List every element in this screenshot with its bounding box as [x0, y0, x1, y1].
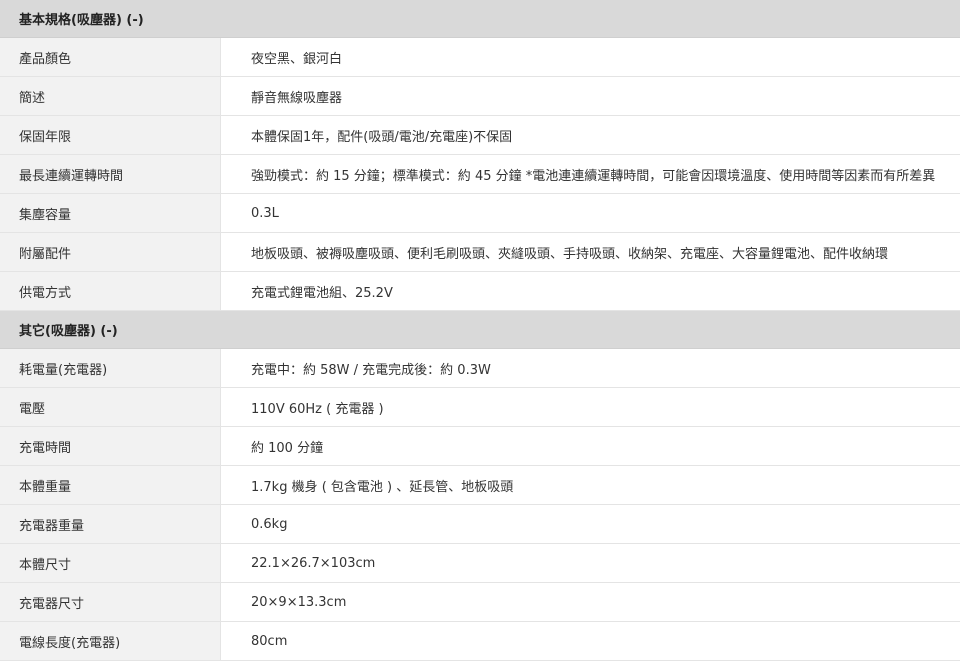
spec-value: 地板吸頭、被褥吸塵吸頭、便利毛刷吸頭、夾縫吸頭、手持吸頭、收納架、充電座、大容量… [251, 246, 889, 262]
spec-label: 充電器重量 [0, 505, 221, 543]
spec-value: 夜空黑、銀河白 [251, 51, 343, 67]
spec-value: 1.7kg 機身 ( 包含電池 ) 、延長管、地板吸頭 [251, 479, 514, 495]
spec-value: 0.6kg [251, 516, 288, 532]
spec-table: 基本規格(吸塵器) (-) 產品顏色 夜空黑、銀河白 簡述 靜音無線吸塵器 保固… [0, 0, 960, 661]
spec-label: 供電方式 [0, 272, 221, 310]
spec-row-voltage: 電壓 110V 60Hz ( 充電器 ) [0, 388, 960, 427]
spec-row-body-weight: 本體重量 1.7kg 機身 ( 包含電池 ) 、延長管、地板吸頭 [0, 466, 960, 505]
spec-row-description: 簡述 靜音無線吸塵器 [0, 77, 960, 116]
spec-label: 電線長度(充電器) [0, 622, 221, 660]
spec-label: 充電時間 [0, 427, 221, 465]
spec-row-power-consumption: 耗電量(充電器) 充電中：約 58W / 充電完成後：約 0.3W [0, 349, 960, 388]
spec-label: 附屬配件 [0, 233, 221, 271]
spec-value: 充電式鋰電池組、25.2V [251, 285, 393, 301]
spec-value: 80cm [251, 633, 288, 649]
spec-value: 110V 60Hz ( 充電器 ) [251, 401, 384, 417]
spec-row-charger-dimensions: 充電器尺寸 20×9×13.3cm [0, 583, 960, 622]
spec-value: 強勁模式：約 15 分鐘；標準模式：約 45 分鐘 *電池連連續運轉時間，可能會… [251, 168, 936, 184]
spec-label: 簡述 [0, 77, 221, 115]
spec-value: 0.3L [251, 205, 279, 221]
spec-row-runtime: 最長連續運轉時間 強勁模式：約 15 分鐘；標準模式：約 45 分鐘 *電池連連… [0, 155, 960, 194]
spec-value: 靜音無線吸塵器 [251, 90, 343, 106]
spec-label: 集塵容量 [0, 194, 221, 232]
spec-row-dust-capacity: 集塵容量 0.3L [0, 194, 960, 233]
spec-value: 約 100 分鐘 [251, 440, 324, 456]
spec-row-cord-length: 電線長度(充電器) 80cm [0, 622, 960, 661]
spec-label: 本體重量 [0, 466, 221, 504]
spec-row-charge-time: 充電時間 約 100 分鐘 [0, 427, 960, 466]
section-header-other: 其它(吸塵器) (-) [0, 311, 960, 349]
spec-label: 產品顏色 [0, 38, 221, 76]
spec-row-body-dimensions: 本體尺寸 22.1×26.7×103cm [0, 544, 960, 583]
spec-row-charger-weight: 充電器重量 0.6kg [0, 505, 960, 544]
spec-row-accessories: 附屬配件 地板吸頭、被褥吸塵吸頭、便利毛刷吸頭、夾縫吸頭、手持吸頭、收納架、充電… [0, 233, 960, 272]
spec-label: 充電器尺寸 [0, 583, 221, 621]
spec-row-power-supply: 供電方式 充電式鋰電池組、25.2V [0, 272, 960, 311]
spec-value: 22.1×26.7×103cm [251, 555, 376, 571]
spec-label: 電壓 [0, 388, 221, 426]
section-header-basic-specs: 基本規格(吸塵器) (-) [0, 0, 960, 38]
spec-value: 本體保固1年，配件(吸頭/電池/充電座)不保固 [251, 129, 513, 145]
spec-value: 20×9×13.3cm [251, 594, 347, 610]
spec-row-warranty: 保固年限 本體保固1年，配件(吸頭/電池/充電座)不保固 [0, 116, 960, 155]
spec-row-color: 產品顏色 夜空黑、銀河白 [0, 38, 960, 77]
spec-label: 本體尺寸 [0, 544, 221, 582]
spec-label: 保固年限 [0, 116, 221, 154]
spec-label: 耗電量(充電器) [0, 349, 221, 387]
spec-value: 充電中：約 58W / 充電完成後：約 0.3W [251, 362, 491, 378]
spec-label: 最長連續運轉時間 [0, 155, 221, 193]
